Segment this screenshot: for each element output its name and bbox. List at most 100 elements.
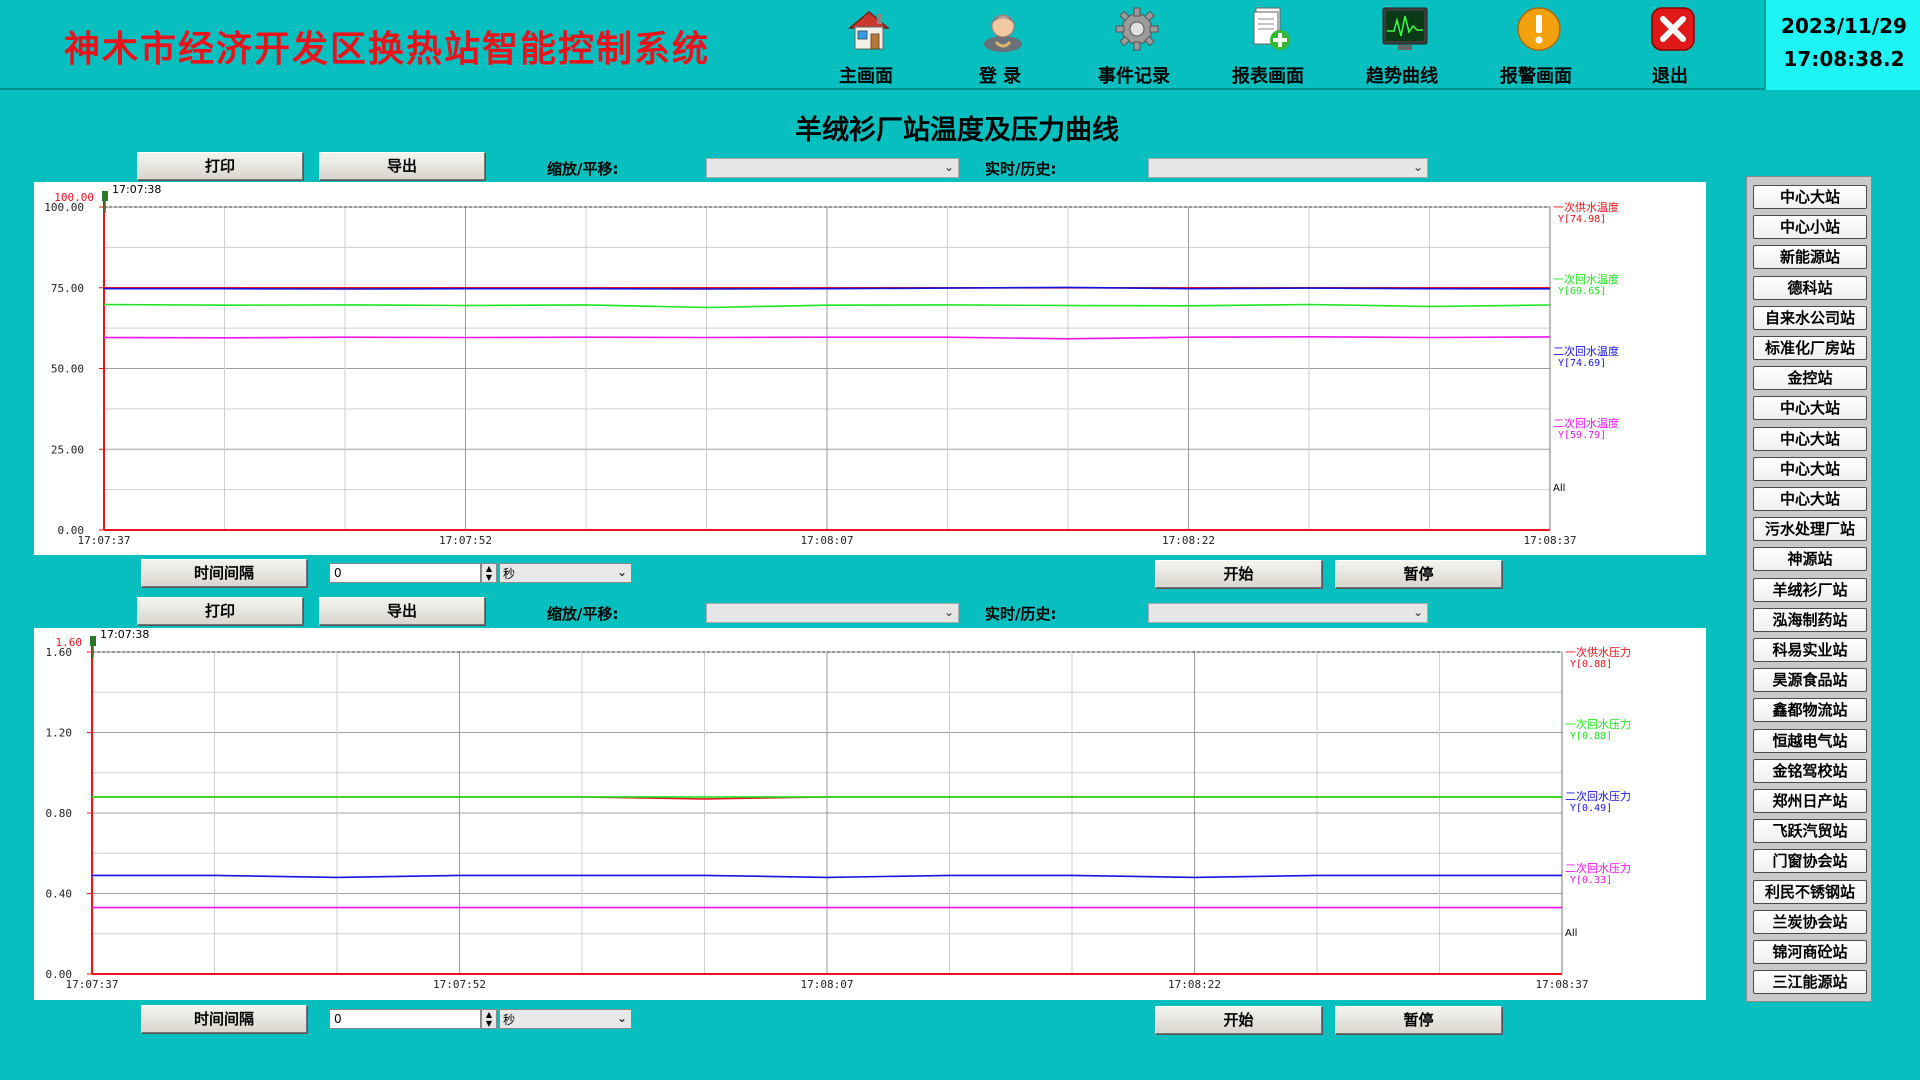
station-button[interactable]: 锦河商砼站 (1753, 940, 1867, 964)
station-button[interactable]: 羊绒衫厂站 (1753, 577, 1867, 602)
station-button[interactable]: 新能源站 (1753, 245, 1867, 270)
y-tick-label: 1.20 (46, 727, 73, 740)
station-button[interactable]: 兰炭协会站 (1753, 909, 1867, 934)
report-add-icon (1253, 7, 1290, 50)
cursor-time-label: 17:07:38 (100, 628, 149, 641)
pause-button[interactable]: 暂停 (1335, 1006, 1502, 1034)
legend-series-name: 二次回水压力 (1565, 861, 1631, 875)
print-button[interactable]: 打印 (137, 152, 303, 180)
interval-unit-select[interactable]: 秒 ⌄ (499, 563, 632, 583)
station-button[interactable]: 三江能源站 (1753, 970, 1867, 995)
chevron-down-icon: ⌄ (616, 1011, 627, 1025)
legend-series-name: 二次回水温度 (1553, 416, 1619, 430)
nav-label: 事件记录 (1098, 66, 1170, 87)
export-button[interactable]: 导出 (319, 152, 485, 180)
realtime-history-select[interactable]: ⌄ (1148, 158, 1428, 178)
y-tick-label: 0.40 (46, 888, 73, 901)
cursor-marker-icon (102, 191, 108, 201)
nav-label: 主画面 (839, 66, 893, 87)
station-button[interactable]: 标准化厂房站 (1753, 336, 1867, 360)
nav-label: 趋势曲线 (1366, 66, 1438, 87)
station-button[interactable]: 中心大站 (1753, 426, 1867, 451)
temperature-chart-panel: 0.00 25.00 50.00 75.00 100.00 100.00 17:07:37 1… (34, 182, 1706, 555)
chevron-down-icon: ⌄ (1412, 605, 1423, 619)
station-button[interactable]: 鑫都物流站 (1753, 698, 1867, 723)
nav-label: 登 录 (978, 66, 1022, 87)
start-button[interactable]: 开始 (1155, 560, 1322, 588)
nav-report-button[interactable]: 报表画面 (1208, 0, 1328, 88)
nav-event-log-button[interactable]: 事件记录 (1074, 0, 1194, 88)
start-button[interactable]: 开始 (1155, 1006, 1322, 1034)
interval-spinner[interactable]: ▲ ▼ (481, 563, 497, 583)
chevron-down-icon: ⌄ (943, 160, 954, 174)
station-button[interactable]: 利民不锈钢站 (1753, 879, 1867, 904)
station-button[interactable]: 自来水公司站 (1753, 305, 1867, 330)
station-button[interactable]: 中心大站 (1753, 396, 1867, 421)
x-tick-label: 17:08:22 (1162, 534, 1215, 547)
station-button[interactable]: 科易实业站 (1753, 638, 1867, 662)
nav-trend-button[interactable]: 趋势曲线 (1342, 0, 1462, 88)
y-tick-label: 75.00 (51, 282, 84, 295)
station-button[interactable]: 昊源食品站 (1753, 668, 1867, 693)
y-tick-label: 25.00 (51, 443, 84, 456)
station-button[interactable]: 神源站 (1753, 547, 1867, 572)
x-tick-label: 17:08:37 (1524, 534, 1577, 547)
legend-series-value: Y[69.65] (1558, 286, 1606, 297)
station-button[interactable]: 金控站 (1753, 366, 1867, 391)
station-button[interactable]: 金铭驾校站 (1753, 758, 1867, 783)
nav-exit-button[interactable]: 退出 (1610, 0, 1730, 88)
legend-series-name: 二次回水压力 (1565, 789, 1631, 803)
home-icon (847, 11, 891, 50)
print-button[interactable]: 打印 (137, 597, 303, 625)
trend-monitor-icon (1382, 7, 1428, 50)
legend-series-value: Y[0.49] (1570, 803, 1612, 814)
pressure-chart[interactable]: 0.000.400.801.201.601.6017:07:37 17:07:52… (34, 628, 1706, 1000)
interval-input[interactable]: 0 (329, 1009, 481, 1029)
realtime-history-select[interactable]: ⌄ (1148, 603, 1428, 623)
station-button[interactable]: 飞跃汽贸站 (1753, 819, 1867, 844)
time-interval-button[interactable]: 时间间隔 (141, 559, 307, 587)
page-title: 羊绒衫厂站温度及压力曲线 (795, 115, 1119, 146)
export-button[interactable]: 导出 (319, 597, 485, 625)
x-tick-label: 17:07:37 (66, 978, 119, 991)
temperature-chart[interactable]: 0.0025.0050.0075.00100.00100.0017:07:37 1… (34, 182, 1706, 555)
interval-unit-select[interactable]: 秒 ⌄ (499, 1009, 632, 1029)
exit-icon (1651, 7, 1695, 51)
chevron-down-icon: ⌄ (616, 565, 627, 579)
date-text: 2023/11/29 (1781, 14, 1907, 38)
station-button[interactable]: 门窗协会站 (1753, 849, 1867, 874)
y-max-label: 100.00 (54, 191, 94, 204)
station-button[interactable]: 中心大站 (1753, 185, 1867, 209)
legend-series-value: Y[0.88] (1570, 731, 1612, 742)
nav-login-button[interactable]: 登 录 (940, 0, 1060, 88)
x-tick-label: 17:07:52 (439, 534, 492, 547)
nav-main-screen-button[interactable]: 主画面 (806, 0, 926, 88)
x-tick-label: 17:07:37 (78, 534, 131, 547)
legend-series-value: Y[0.88] (1570, 659, 1612, 670)
legend-series-value: Y[0.33] (1570, 875, 1612, 886)
zoom-pan-label: 缩放/平移: (547, 160, 619, 178)
interval-spinner[interactable]: ▲ ▼ (481, 1009, 497, 1029)
station-button[interactable]: 德科站 (1753, 275, 1867, 300)
zoom-pan-select[interactable]: ⌄ (706, 603, 959, 623)
station-button[interactable]: 中心小站 (1753, 215, 1867, 240)
pressure-chart-panel: 0.00 0.40 0.80 1.20 1.60 1.60 17:07:37 17:07:52… (34, 628, 1706, 1000)
x-tick-label: 17:07:52 (433, 978, 486, 991)
chevron-down-icon: ⌄ (1412, 160, 1423, 174)
station-button[interactable]: 中心大站 (1753, 456, 1867, 481)
zoom-pan-label: 缩放/平移: (547, 605, 619, 623)
zoom-pan-select[interactable]: ⌄ (706, 158, 959, 178)
station-button[interactable]: 恒越电气站 (1753, 728, 1867, 753)
station-button[interactable]: 污水处理厂站 (1753, 517, 1867, 542)
station-button[interactable]: 郑州日产站 (1753, 789, 1867, 813)
gear-icon (1115, 7, 1159, 51)
station-button[interactable]: 泓海制药站 (1753, 607, 1867, 632)
station-button[interactable]: 中心大站 (1753, 487, 1867, 511)
interval-input[interactable]: 0 (329, 563, 481, 583)
x-tick-label: 17:08:22 (1168, 978, 1221, 991)
legend-series-name: 一次供水温度 (1553, 200, 1619, 214)
nav-alarm-button[interactable]: 报警画面 (1476, 0, 1596, 88)
user-icon (984, 14, 1022, 52)
time-interval-button[interactable]: 时间间隔 (141, 1005, 307, 1033)
pause-button[interactable]: 暂停 (1335, 560, 1502, 588)
